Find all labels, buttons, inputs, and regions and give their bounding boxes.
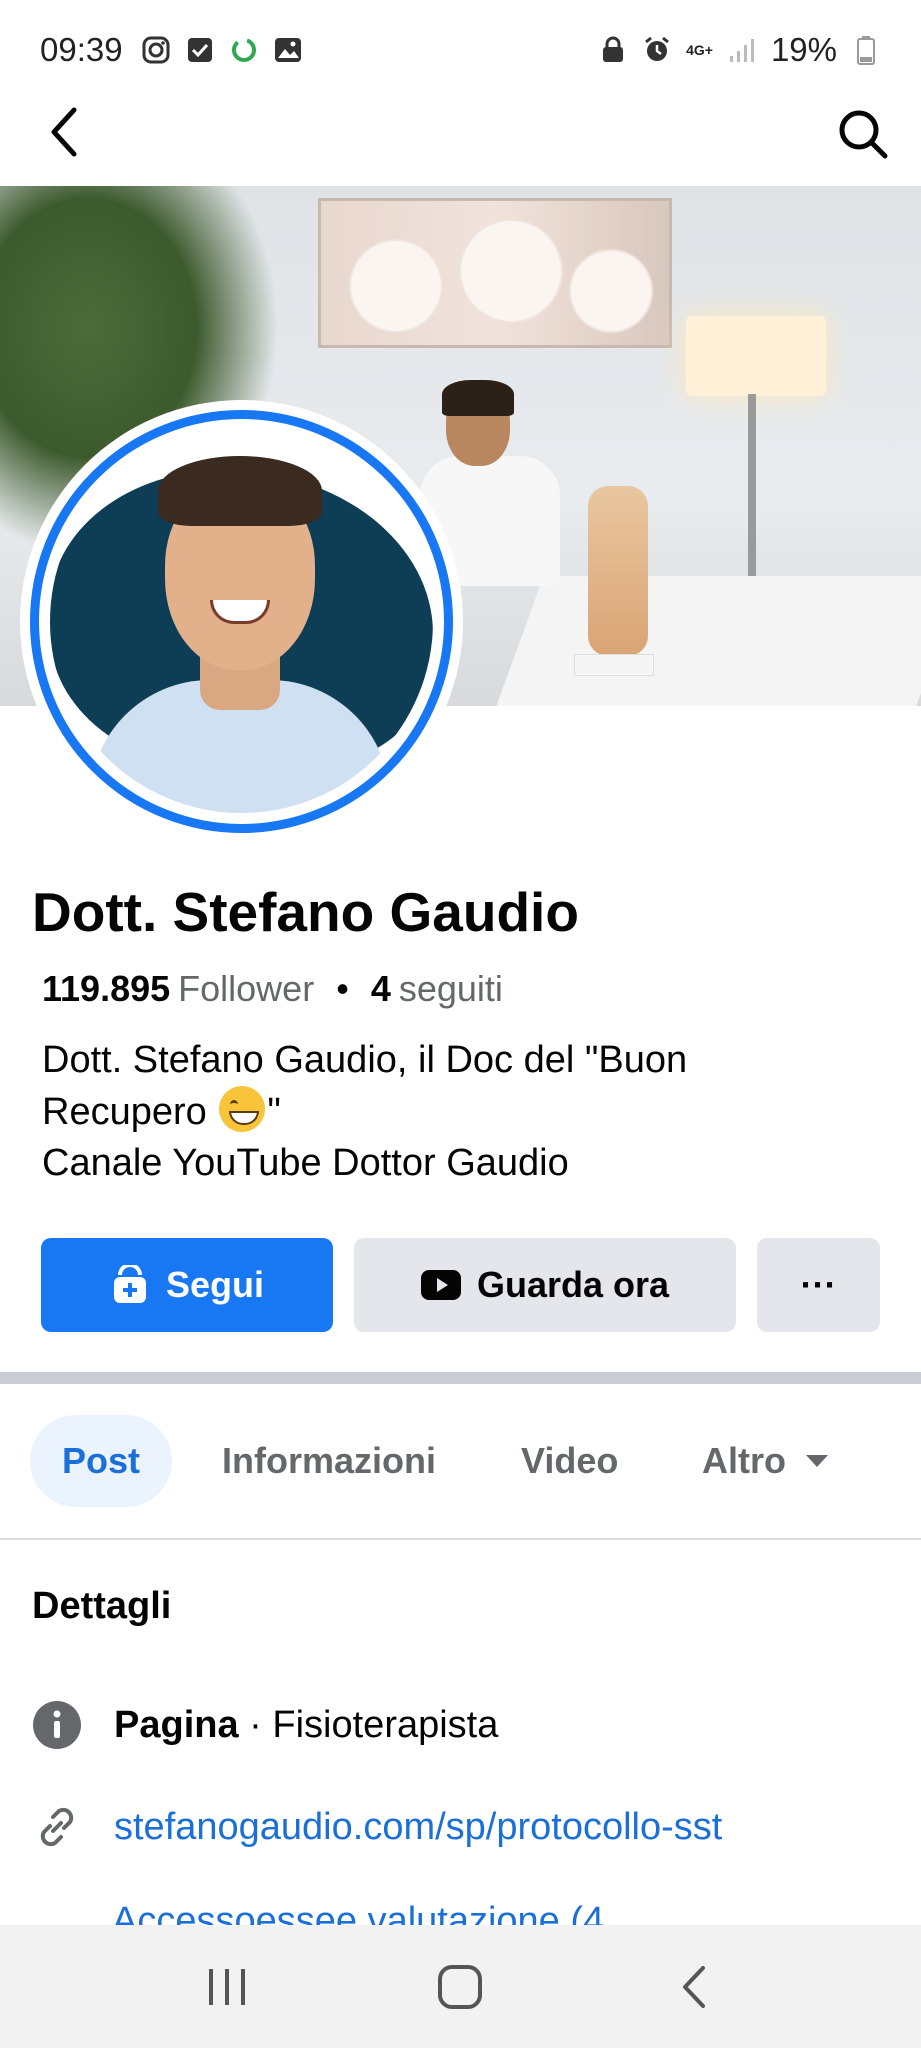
profile-picture[interactable] [20,400,463,843]
system-back-button[interactable] [644,1947,744,2027]
follow-button[interactable]: Segui [41,1238,333,1332]
battery-icon [851,35,881,65]
checkbox-icon [185,35,215,65]
follow-label: Segui [165,1264,264,1305]
tab-altro[interactable]: Altro [702,1415,830,1507]
tab-post-label: Post [62,1440,141,1481]
system-back-icon [683,1965,706,2008]
home-icon [438,1964,483,2009]
bio-line-1: Dott. Stefano Gaudio, il Doc del "Buon [42,1039,688,1081]
lock-icon [598,35,628,65]
tab-informazioni[interactable]: Informazioni [222,1415,436,1507]
category-separator: · [249,1703,262,1746]
tab-informazioni-label: Informazioni [222,1440,436,1481]
cover-painting [318,198,672,348]
details-title: Dettagli [32,1585,172,1627]
app-bar [0,100,921,186]
tab-altro-label: Altro [702,1440,786,1481]
tab-video-label: Video [521,1440,619,1481]
following-count[interactable]: 4 [371,968,391,1010]
status-bar: 09:39 4G+ 19% [0,0,921,100]
stats-separator: • [336,968,349,1009]
more-options-button[interactable]: ··· [757,1238,880,1332]
tab-post[interactable]: Post [30,1415,173,1507]
search-button[interactable] [833,104,893,164]
search-icon [839,110,888,159]
avatar [50,430,433,813]
instagram-icon [141,35,171,65]
gallery-icon [273,35,303,65]
followers-count[interactable]: 119.895 [42,968,170,1010]
network-type: 4G+ [686,42,713,58]
cover-lamp [686,316,826,396]
profile-tabs: Post Informazioni Video Altro [0,1415,921,1510]
chevron-left-icon [51,107,77,157]
followers-label[interactable]: Follower [178,968,314,1010]
status-time: 09:39 [40,31,123,68]
page-title: Dott. Stefano Gaudio [32,881,579,943]
notification-icons [141,35,303,65]
info-icon [32,1700,82,1750]
youtube-icon [420,1270,461,1300]
cover-knee-model [588,486,648,656]
alarm-icon [642,35,672,65]
signal-icon [727,35,757,65]
category-label: Pagina [114,1703,239,1746]
tab-video[interactable]: Video [521,1415,618,1507]
home-button[interactable] [410,1947,510,2027]
follow-icon [113,1265,146,1303]
category-value: Fisioterapista [272,1703,499,1746]
follow-stats: 119.895 Follower • 4 seguiti [42,968,503,1010]
watch-now-label: Guarda ora [476,1264,670,1305]
website-row[interactable]: stefanogaudio.com/sp/protocollo-sst [32,1802,722,1852]
more-options-label: ··· [800,1264,837,1305]
bio-line-2: Recupero " [42,1086,872,1138]
website-link[interactable]: stefanogaudio.com/sp/protocollo-sst [114,1806,722,1849]
back-button[interactable] [36,104,92,160]
battery-percent: 19% [770,31,837,68]
grinning-emoji-icon [219,1086,266,1132]
link-icon [32,1802,82,1852]
category-row: Pagina · Fisioterapista [32,1700,498,1750]
system-nav-bar [0,1925,921,2048]
recent-apps-button[interactable] [177,1947,277,2027]
bio: Dott. Stefano Gaudio, il Doc del "Buon R… [42,1035,872,1189]
bio-line-2-end: " [267,1091,281,1133]
cover-knee-base [574,654,654,676]
recents-icon [208,1968,245,2005]
tabs-divider [0,1538,921,1540]
watch-now-button[interactable]: Guarda ora [354,1238,736,1332]
status-right: 4G+ 19% [598,31,881,69]
sync-icon [229,35,259,65]
bio-line-2-text: Recupero [42,1091,207,1133]
following-label[interactable]: seguiti [399,968,503,1010]
bio-line-3: Canale YouTube Dottor Gaudio [42,1142,569,1184]
caret-down-icon [806,1455,828,1467]
section-divider [0,1372,921,1384]
cover-desk [496,576,921,706]
